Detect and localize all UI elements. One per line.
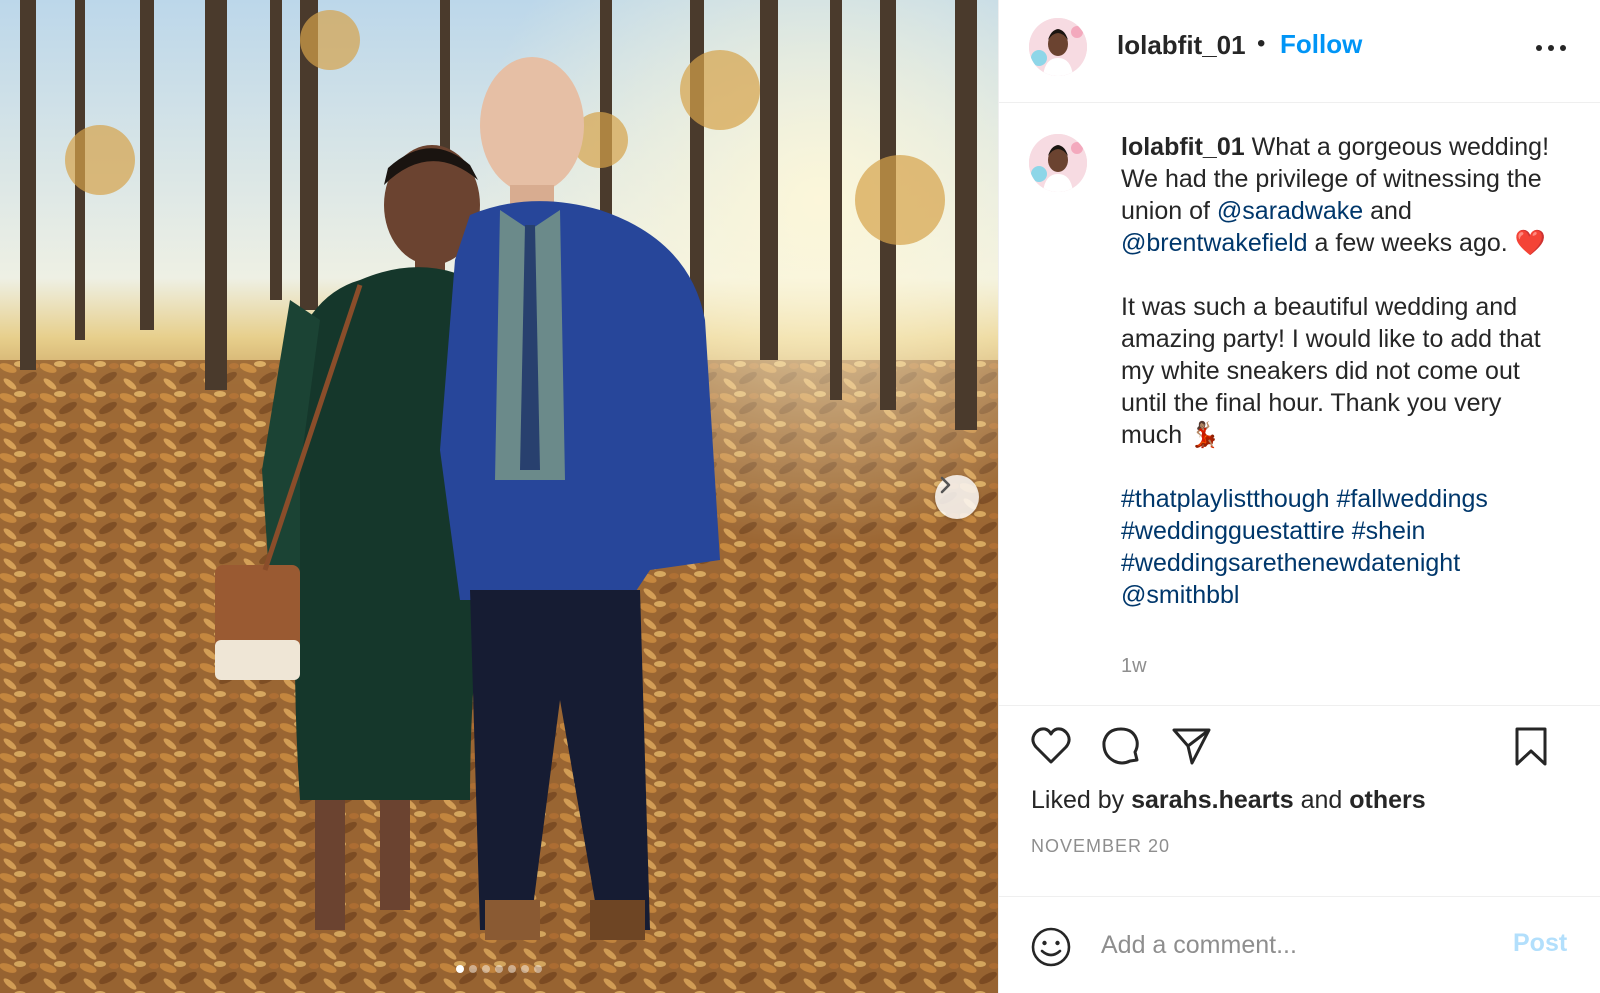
likes-others-link[interactable]: others — [1349, 786, 1425, 814]
caption-text: a few weeks ago. — [1307, 229, 1515, 257]
share-button[interactable] — [1167, 722, 1215, 770]
avatar-image — [1029, 18, 1087, 76]
header-separator: • — [1257, 30, 1266, 57]
carousel-next-button[interactable] — [935, 475, 979, 519]
carousel-dot — [521, 965, 529, 973]
post-timestamp[interactable]: 1w — [1121, 655, 1147, 678]
heart-icon — [1031, 727, 1071, 764]
likes-summary: Liked by sarahs.hearts and others — [1031, 786, 1426, 815]
photo-illustration — [0, 0, 998, 993]
caption-text: It was such a beautiful wedding and amaz… — [1121, 293, 1541, 449]
mention-link[interactable]: @brentwakefield — [1121, 229, 1308, 257]
likes-user-link[interactable]: sarahs.hearts — [1131, 786, 1294, 814]
hashtag-link[interactable]: #shein — [1352, 517, 1426, 545]
post-caption: lolabfit_01 What a gorgeous wedding! We … — [1121, 131, 1561, 611]
carousel-dot — [495, 965, 503, 973]
mention-link[interactable]: @smithbbl — [1121, 581, 1239, 609]
bookmark-icon — [1515, 727, 1547, 766]
comment-button[interactable] — [1097, 722, 1145, 770]
follow-button[interactable]: Follow — [1280, 29, 1362, 60]
caption-text: and — [1363, 197, 1412, 225]
mention-link[interactable]: @saradwake — [1217, 197, 1363, 225]
caption-area: lolabfit_01 What a gorgeous wedding! We … — [999, 104, 1600, 704]
post-header: lolabfit_01 • Follow — [999, 0, 1600, 103]
hashtag-link[interactable]: #weddingsarethenewdatenight — [1121, 549, 1460, 577]
comment-input[interactable] — [1101, 921, 1491, 969]
carousel-dot — [508, 965, 516, 973]
dancer-emoji: 💃🏽 — [1189, 421, 1221, 449]
carousel-dot — [482, 965, 490, 973]
heart-emoji: ❤️ — [1514, 229, 1546, 257]
hashtag-link[interactable]: #weddingguestattire — [1121, 517, 1345, 545]
avatar-image — [1029, 134, 1087, 192]
avatar[interactable] — [1029, 18, 1087, 76]
smiley-icon — [1031, 927, 1071, 967]
post-actions: Liked by sarahs.hearts and others NOVEMB… — [999, 705, 1600, 895]
header-username[interactable]: lolabfit_01 — [1117, 30, 1246, 61]
caption-avatar[interactable] — [1029, 134, 1087, 192]
post-comment-button[interactable]: Post — [1513, 929, 1567, 958]
likes-middle: and — [1293, 786, 1350, 814]
carousel-dot — [534, 965, 542, 973]
carousel-dot — [456, 965, 464, 973]
emoji-button[interactable] — [1029, 925, 1073, 969]
likes-prefix: Liked by — [1031, 786, 1132, 814]
hashtag-link[interactable]: #fallweddings — [1336, 485, 1488, 513]
caption-username[interactable]: lolabfit_01 — [1121, 133, 1245, 161]
post-photo[interactable] — [0, 0, 998, 993]
hashtag-link[interactable]: #thatplaylistthough — [1121, 485, 1329, 513]
carousel-dot — [469, 965, 477, 973]
comment-icon — [1102, 727, 1139, 765]
send-icon — [1172, 728, 1211, 765]
more-options-icon — [1536, 45, 1566, 51]
post-sidebar: lolabfit_01 • Follow lolabfit_01 What a … — [998, 0, 1600, 993]
chevron-right-icon — [940, 476, 951, 494]
carousel-indicators — [0, 965, 998, 973]
more-options-button[interactable] — [1533, 36, 1569, 60]
post-date[interactable]: NOVEMBER 20 — [1031, 836, 1170, 857]
like-button[interactable] — [1027, 722, 1075, 770]
comment-bar: Post — [999, 896, 1600, 993]
save-button[interactable] — [1507, 722, 1555, 770]
